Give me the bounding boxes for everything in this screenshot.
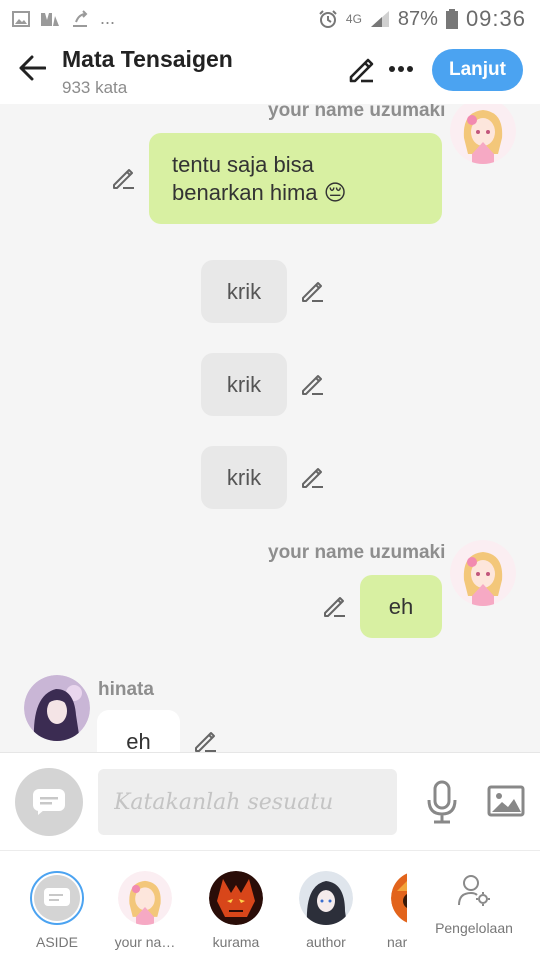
message-bubble[interactable]: tentu saja bisa benarkan hima 😔 [149,133,442,224]
message-type-button[interactable] [15,768,83,836]
character-aside[interactable]: ASIDE [17,871,97,950]
gallery-notification-icon [12,10,30,27]
character-nar[interactable]: nar [373,871,407,950]
character-label: your na… [114,934,176,950]
status-bar-notifications: ... [12,8,115,29]
pencil-icon [302,375,323,395]
input-bar [0,752,540,850]
fox-avatar-icon [209,871,263,925]
pencil-icon [195,732,216,752]
character-kurama[interactable]: kurama [196,871,276,950]
manage-characters-button[interactable]: Pengelolaan [428,873,520,936]
message-text-line: tentu saja bisa [172,152,314,177]
edit-title-button[interactable] [344,52,378,86]
clock: 09:36 [465,6,526,31]
character-avatar [391,871,407,925]
word-count: 933 kata [62,78,128,97]
pink-hair-girl-avatar-icon [450,104,516,164]
sender-name: hinata [98,679,154,700]
message-bubble[interactable]: eh [360,575,442,638]
microphone-icon [427,780,457,824]
next-button[interactable]: Lanjut [432,49,523,91]
voice-input-button[interactable] [422,777,462,827]
share-notification-icon [73,9,88,27]
character-label: nar [387,934,407,950]
character-author[interactable]: author [286,871,366,950]
story-header: Mata Tensaigen 933 kata Lanjut [0,36,540,104]
edit-message-button[interactable] [193,728,219,752]
back-arrow-icon [19,55,46,81]
pencil-icon [302,282,323,302]
alarm-icon [319,10,337,28]
person-settings-icon [458,875,490,906]
manage-label: Pengelolaan [435,920,513,936]
narration-bubble[interactable]: krik [201,353,287,416]
status-bar-ellipsis: ... [100,8,116,28]
narration-bubble[interactable]: krik [201,260,287,323]
pencil-icon [113,169,134,189]
story-title: Mata Tensaigen [62,46,233,72]
dark-hair-avatar-icon [299,871,353,925]
pink-hair-girl-avatar-icon [450,540,516,606]
message-bubble[interactable]: eh [97,710,180,752]
avatar-your-name-uzumaki[interactable] [450,104,516,164]
character-avatar [209,871,263,925]
narration-icon [34,875,80,921]
status-bar: ... 4G 87% 09:36 [0,0,540,36]
character-your-name-uzumaki[interactable]: your na… [105,871,185,950]
orange-character-avatar-icon [391,873,407,923]
chat-area[interactable]: your name uzumaki tentu saja bisa benark… [0,104,540,752]
sender-name: your name uzumaki [268,104,446,121]
edit-message-button[interactable] [300,371,326,397]
more-options-button[interactable] [384,52,418,86]
network-type: 4G [345,12,362,26]
edit-message-button[interactable] [300,464,326,490]
insert-image-button[interactable] [486,781,526,821]
sender-name: your name uzumaki [268,542,446,563]
character-avatar [299,871,353,925]
signal-icon [370,11,389,27]
edit-message-button[interactable] [322,593,348,619]
edit-message-button[interactable] [300,278,326,304]
pencil-icon [324,597,345,617]
character-label: author [306,934,346,950]
avatar-your-name-uzumaki[interactable] [450,540,516,606]
more-dots-icon [389,66,413,72]
message-text-line: benarkan hima 😔 [172,180,347,205]
avatar-hinata[interactable] [24,675,90,741]
character-label: kurama [212,934,260,950]
dark-hair-girl-avatar-icon [24,675,90,741]
battery-icon [445,9,458,29]
character-bar: ASIDE your na… kurama author nar Pengelo… [0,850,540,960]
message-input[interactable] [98,769,397,835]
character-avatar [118,871,172,925]
character-label: ASIDE [35,934,78,950]
status-bar-system: 4G 87% 09:36 [318,6,526,32]
pencil-icon [349,58,374,83]
narration-bubble[interactable]: krik [201,446,287,509]
edit-message-button[interactable] [111,165,137,191]
back-button[interactable] [14,50,50,86]
chat-bubble-icon [33,789,65,815]
pink-hair-girl-avatar-icon [118,871,172,925]
pencil-icon [302,468,323,488]
aside-avatar [30,871,84,925]
battery-percent: 87% [397,7,438,30]
app-notification-icon [41,12,59,26]
image-icon [487,785,525,817]
